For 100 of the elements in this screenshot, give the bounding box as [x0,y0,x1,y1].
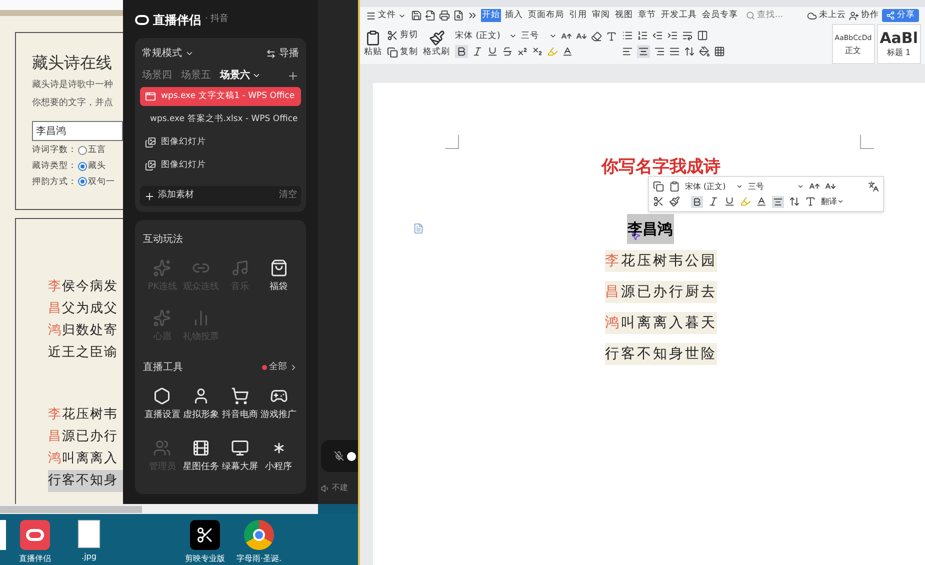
font-dropdown[interactable]: 宋体 (正文) [455,30,517,42]
shading-icon[interactable] [699,46,710,57]
font-color-icon[interactable] [756,196,767,207]
outdent-icon[interactable] [652,30,663,41]
desktop-shortcut[interactable]: 直播伴侣 [10,520,60,565]
tool-button[interactable]: 直播设置 [143,387,182,422]
superscript-icon[interactable] [517,46,528,58]
file-menu[interactable]: 文件 [366,9,406,22]
cut-button[interactable]: 剪切 [387,29,418,42]
paste-button[interactable]: 粘贴 [364,24,382,64]
name-input[interactable]: 李昌鸿 [32,121,123,141]
desktop-shortcut[interactable]: 剪映专业版 [180,520,230,565]
phonetic-icon[interactable] [606,30,617,42]
ribbon-tab[interactable]: 引用 [568,9,588,22]
bullet-list-icon[interactable] [622,30,633,41]
radio-button[interactable] [78,177,87,186]
font-size-dropdown[interactable]: 三号 [521,30,557,42]
paste-icon[interactable] [669,181,680,192]
ribbon-tab[interactable]: 会员专享 [701,9,739,22]
option-label: 押韵方式： [32,176,77,188]
borders-icon[interactable] [714,46,725,57]
ribbon-tab[interactable]: 开始 [481,9,501,22]
bold-button[interactable] [455,45,468,58]
columns-icon[interactable] [697,30,708,41]
copy-icon[interactable] [653,181,664,192]
radio-button[interactable] [78,146,87,155]
grow-font-icon[interactable] [809,181,820,192]
eraser-icon[interactable] [591,30,602,42]
menu-icon [366,10,376,20]
align-left-icon[interactable] [622,46,633,57]
underline-icon[interactable] [487,46,498,58]
scene-tab[interactable]: 场景四 [142,68,172,83]
director-button[interactable]: 导播 [266,46,299,61]
grow-font-icon[interactable] [561,30,572,42]
radio-button[interactable] [78,162,87,171]
collab-button[interactable]: 协作 [849,9,879,22]
indent-icon[interactable] [667,30,678,41]
align-button[interactable] [772,196,784,208]
shrink-font-icon[interactable] [825,181,836,192]
add-icon[interactable] [287,70,299,82]
format-painter-button[interactable]: 格式刷 [423,24,450,64]
scene-tab[interactable]: 场景六 [220,68,261,83]
desktop-shortcut[interactable]: .jpg [64,520,114,563]
source-item[interactable]: 图像幻灯片 [140,156,301,175]
font-dropdown[interactable]: 宋体 (正文) [685,180,743,192]
line-spacing-icon[interactable] [789,196,800,207]
copy-button[interactable]: 复制 [387,46,418,59]
tool-button[interactable]: 福袋 [259,259,298,294]
cloud-status[interactable]: 未上云 [807,9,846,22]
desktop-shortcut[interactable]: 字母雨·圣诞. [234,520,284,565]
brush-icon[interactable] [669,196,680,207]
print-icon[interactable] [439,10,450,21]
shrink-font-icon[interactable] [576,30,587,42]
italic-icon[interactable] [472,46,483,58]
ribbon-tab[interactable]: 视图 [614,9,634,22]
ribbon-tab[interactable]: 章节 [637,9,657,22]
tool-button[interactable]: 游戏推广 [259,387,298,422]
ribbon-tab[interactable]: 插入 [504,9,524,22]
wrap-icon[interactable] [682,30,693,41]
align-right-icon[interactable] [654,46,665,57]
translate-icon[interactable] [868,181,879,192]
mode-dropdown[interactable]: 常规模式 [142,46,194,61]
save-icon[interactable] [411,10,422,21]
numbered-list-icon[interactable] [637,30,648,41]
source-item[interactable]: wps.exe 文字文稿1 - WPS Office [140,87,301,106]
tool-button[interactable]: 虚拟形象 [182,387,220,422]
underline-icon[interactable] [724,196,735,207]
line-spacing-icon[interactable] [684,46,695,57]
subscript-icon[interactable] [532,46,543,58]
font-color-icon[interactable] [562,46,573,58]
strikethrough-icon[interactable] [502,46,513,58]
align-center-button[interactable] [637,45,650,58]
ribbon-tab[interactable]: 开发工具 [660,9,698,22]
scrollbar-thumb[interactable] [0,506,142,513]
ribbon-tab[interactable]: 审阅 [591,9,611,22]
font-size-dropdown[interactable]: 三号 [748,180,804,192]
horizontal-scrollbar[interactable] [0,504,318,514]
toggle-knob[interactable] [347,452,356,460]
justify-icon[interactable] [669,46,680,57]
clear-button[interactable]: 清空 [279,189,297,203]
style-preset[interactable]: AaBl 标题 1 [876,24,921,64]
share-button[interactable]: 分享 [882,9,919,22]
tool-button[interactable]: 抖音电商 [220,387,260,422]
tool-button[interactable]: 星图任务 [182,438,220,474]
ribbon-tab[interactable]: 页面布局 [527,9,565,22]
export-icon[interactable] [425,10,436,21]
scene-tab[interactable]: 场景五 [181,68,211,83]
preview-icon[interactable] [453,10,464,21]
all-link[interactable]: 全部 [262,360,298,374]
more-icon[interactable] [467,10,478,21]
tool-button[interactable]: 绿幕大屏 [220,438,260,474]
italic-icon[interactable] [708,196,719,207]
bold-button[interactable] [691,196,703,208]
tool-button[interactable]: 小程序 [259,438,298,474]
phonetic-icon[interactable] [805,196,816,207]
scissors-icon[interactable] [653,196,664,207]
add-source-button[interactable]: 添加素材 [144,189,194,203]
source-item[interactable]: wps.exe 答案之书.xlsx - WPS Office [140,110,301,129]
translate-button[interactable]: 翻译 [821,196,844,208]
source-item[interactable]: 图像幻灯片 [140,133,301,152]
